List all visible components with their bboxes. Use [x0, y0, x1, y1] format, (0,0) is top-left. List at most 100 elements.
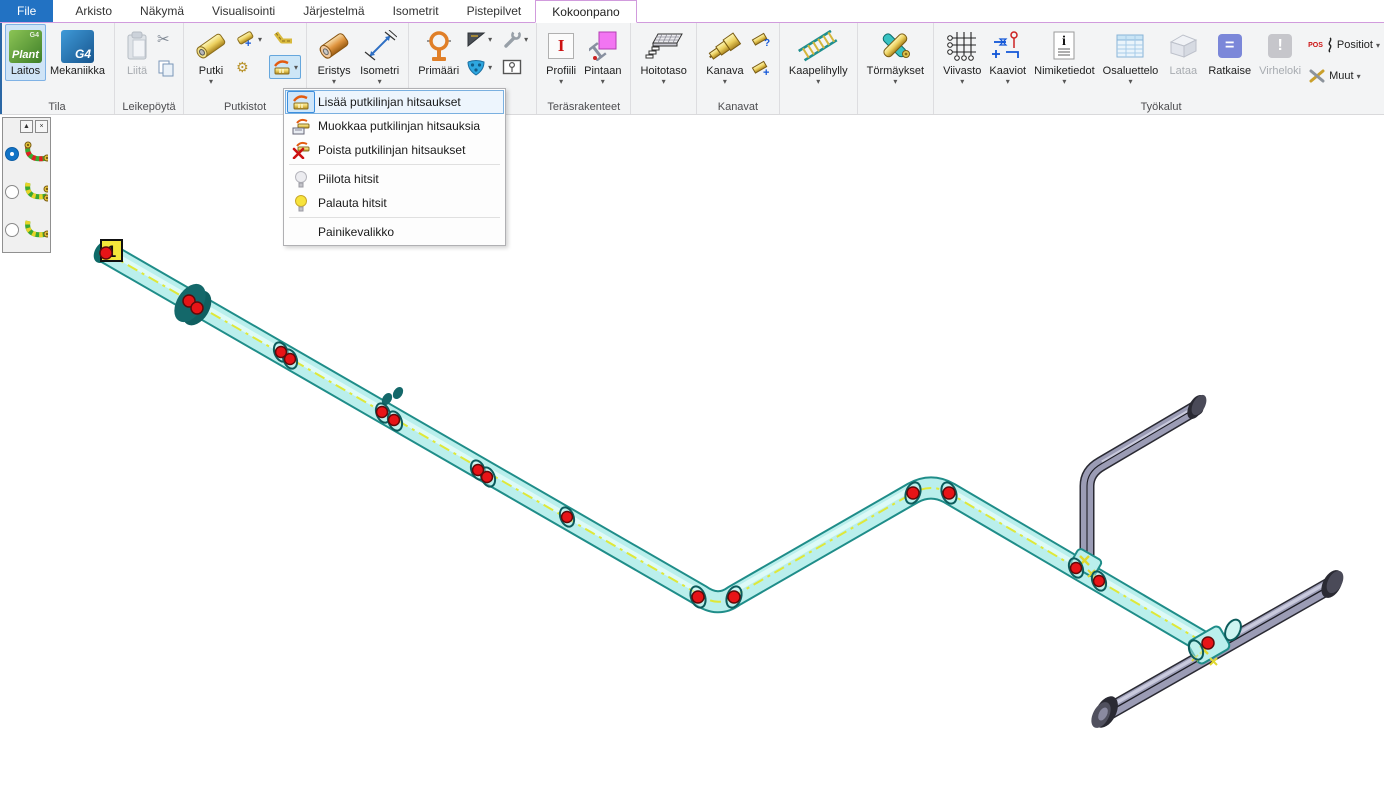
mekaniikka-button[interactable]: G4 Mekaniikka — [46, 24, 109, 81]
group-label-kanavat: Kanavat — [697, 101, 779, 113]
bulb-on-icon — [293, 194, 309, 213]
tormaykset-button[interactable]: Törmäykset — [863, 24, 928, 88]
ribbon-tab-bar: File Arkisto Näkymä Visualisointi Järjes… — [0, 0, 1384, 23]
menu-item-edit-welds[interactable]: Muokkaa putkilinjan hitsauksia — [285, 114, 504, 138]
group-hoitotaso: Hoitotaso — [631, 22, 696, 114]
duct-icon — [706, 30, 744, 62]
tab-visualisointi[interactable]: Visualisointi — [198, 0, 289, 22]
shield-icon — [466, 59, 486, 76]
kaaviot-button[interactable]: Kaaviot — [985, 24, 1030, 88]
wrench-icon — [502, 30, 522, 48]
group-tyokalut: Viivasto Kaaviot i — [934, 22, 1384, 114]
3d-viewport[interactable]: 1 — [0, 0, 1384, 786]
ratkaise-button[interactable]: = Ratkaise — [1204, 24, 1255, 81]
copy-button[interactable] — [154, 56, 178, 80]
weld-option-3[interactable] — [5, 211, 48, 249]
support-bracket-button[interactable]: ▾ — [463, 27, 495, 51]
laitos-button[interactable]: G4Plant Laitos — [5, 24, 46, 81]
pintaan-button[interactable]: Pintaan — [580, 24, 625, 88]
muut-button[interactable]: Muut▾ — [1305, 63, 1383, 89]
menu-item-restore-welds[interactable]: Palauta hitsit — [285, 191, 504, 215]
svg-text:i: i — [1062, 34, 1066, 49]
menu-item-delete-welds[interactable]: Poista putkilinjan hitsaukset — [285, 138, 504, 162]
pipe-elbow-icon — [272, 30, 294, 48]
weld-rings — [271, 340, 1206, 661]
gears-icon: ⚙ — [236, 59, 249, 76]
putki-button[interactable]: Putki — [189, 24, 233, 88]
positiot-button[interactable]: POS Positiot▾ — [1305, 32, 1383, 58]
parts-list-icon — [1115, 33, 1145, 59]
tab-pistepilvet[interactable]: Pistepilvet — [453, 0, 536, 22]
support-shield-button[interactable]: ▾ — [463, 55, 495, 79]
ribbon: G4Plant Laitos G4 Mekaniikka Tila Liit — [0, 22, 1384, 115]
positions-glyph-icon — [1326, 37, 1334, 53]
radio-option-2[interactable] — [5, 185, 19, 199]
radio-option-1[interactable] — [5, 147, 19, 161]
pipe-add-icon: + — [236, 30, 256, 48]
group-kanavat: Kanava ? + Kanavat — [697, 22, 780, 114]
insulated-pipe-icon — [316, 30, 352, 62]
profiili-button[interactable]: I Profiili — [542, 24, 580, 88]
panel-collapse-button[interactable]: ▲ — [20, 120, 33, 133]
positions-icon: POS — [1308, 42, 1323, 49]
primary-support-icon — [424, 29, 454, 63]
tab-kokoonpano[interactable]: Kokoonpano — [535, 0, 636, 23]
tab-nakyma[interactable]: Näkymä — [126, 0, 198, 22]
cyan-pipeline[interactable] — [105, 249, 1208, 645]
isometric-dimension-icon — [363, 30, 397, 62]
weld-icon — [272, 59, 292, 76]
tab-isometrit[interactable]: Isometrit — [379, 0, 453, 22]
hoitotaso-button[interactable]: Hoitotaso — [636, 24, 690, 88]
tab-arkisto[interactable]: Arkisto — [61, 0, 126, 22]
viivasto-button[interactable]: Viivasto — [939, 24, 985, 88]
kanava-button[interactable]: Kanava — [702, 24, 748, 88]
menu-separator — [289, 164, 500, 165]
menu-item-button-menu[interactable]: Painikevalikko — [285, 220, 504, 244]
ibeam-icon: I — [548, 33, 574, 59]
duct-plus-icon: + — [751, 60, 771, 77]
weld-dropdown-menu: Lisää putkilinjan hitsaukset Muokkaa put… — [283, 88, 506, 246]
weld-option-panel: ▲ × — [2, 117, 51, 253]
bracket-icon — [466, 31, 486, 48]
tools-icon — [1308, 68, 1326, 84]
tab-file[interactable]: File — [0, 0, 53, 22]
pipeline-welds-button[interactable]: ▾ — [269, 55, 301, 79]
radio-option-3[interactable] — [5, 223, 19, 237]
schematic-icon — [992, 30, 1024, 62]
eristys-button[interactable]: Eristys — [312, 24, 356, 88]
error-log-icon: ! — [1268, 34, 1292, 58]
lataa-button[interactable]: Lataa — [1162, 24, 1204, 81]
support-tools-button[interactable]: ▾ — [499, 27, 531, 51]
weld-option-2[interactable] — [5, 173, 48, 211]
elbow-option-1-icon — [21, 141, 48, 167]
pipe-elbow-button[interactable] — [269, 27, 301, 51]
panel-close-button[interactable]: × — [35, 120, 48, 133]
osaluettelo-button[interactable]: Osaluettelo — [1099, 24, 1163, 88]
support-frame-button[interactable] — [499, 55, 531, 79]
duct-add-button[interactable]: + — [748, 56, 774, 80]
group-terasrakenteet: I Profiili Pintaan Teräsrakenteet — [537, 22, 631, 114]
isometri-button[interactable]: Isometri — [356, 24, 403, 88]
pipe-add-button[interactable]: + ▾ — [233, 27, 265, 51]
duct-query-button[interactable]: ? — [748, 27, 774, 51]
primaari-button[interactable]: Primääri — [414, 24, 463, 81]
weld-points[interactable] — [100, 247, 1214, 649]
duct-question-icon: ? — [751, 31, 771, 48]
weld-delete-icon — [291, 141, 311, 159]
gridline-icon — [946, 30, 978, 62]
load-box-icon — [1166, 32, 1200, 60]
kaapelihylly-button[interactable]: Kaapelihylly — [785, 24, 852, 88]
menu-item-hide-welds[interactable]: Piilota hitsit — [285, 167, 504, 191]
pipe-gears-button[interactable]: ⚙ — [233, 55, 265, 79]
svg-text:+: + — [245, 38, 251, 48]
paste-button[interactable]: Liitä — [120, 24, 154, 81]
tab-jarjestelma[interactable]: Järjestelmä — [289, 0, 378, 22]
nimiketiedot-button[interactable]: i Nimiketiedot — [1030, 24, 1099, 88]
virheloki-button[interactable]: ! Virheloki — [1255, 24, 1305, 81]
weld-option-1[interactable] — [5, 135, 48, 173]
gray-pipe-vertical[interactable] — [1087, 392, 1209, 567]
cut-button[interactable]: ✂ — [154, 27, 178, 51]
menu-item-add-welds[interactable]: Lisää putkilinjan hitsaukset — [285, 90, 504, 114]
frame-symbol-icon — [502, 59, 522, 75]
group-label-tila: Tila — [0, 101, 114, 113]
